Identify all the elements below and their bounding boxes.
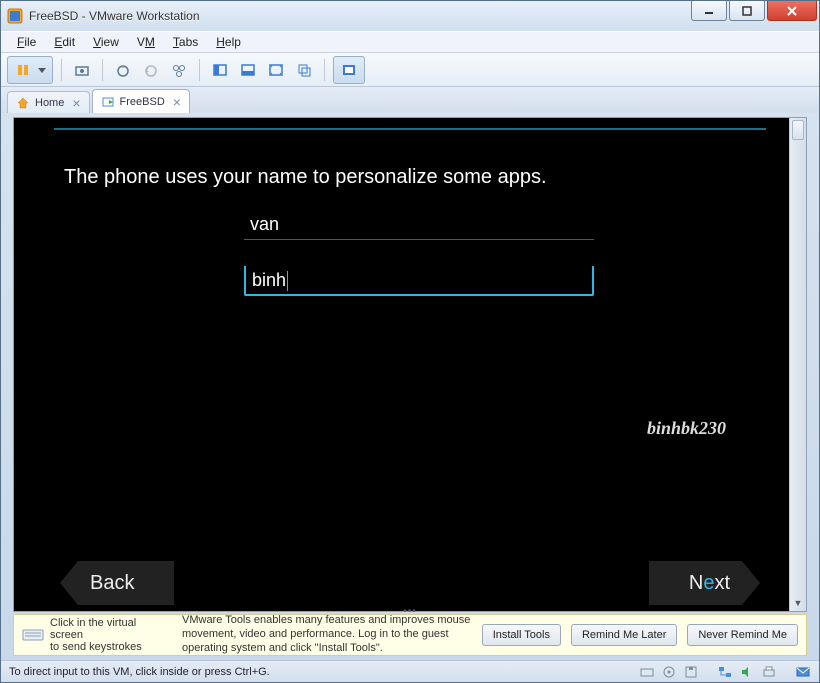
hint-text: Click in the virtual screen bbox=[50, 617, 172, 641]
titlebar: FreeBSD - VMware Workstation bbox=[1, 1, 819, 31]
status-text: To direct input to this VM, click inside… bbox=[9, 666, 270, 678]
sound-icon[interactable] bbox=[739, 664, 755, 680]
header-underline bbox=[54, 128, 766, 130]
tab-close-icon[interactable]: × bbox=[173, 97, 181, 107]
hdd-icon[interactable] bbox=[639, 664, 655, 680]
setup-prompt: The phone uses your name to personalize … bbox=[64, 166, 547, 189]
maximize-button[interactable] bbox=[729, 1, 765, 21]
app-icon bbox=[7, 8, 23, 24]
menu-view[interactable]: View bbox=[85, 33, 127, 51]
show-console-button[interactable] bbox=[208, 58, 232, 82]
tabstrip: Home × FreeBSD × bbox=[1, 87, 819, 113]
toolbar bbox=[1, 53, 819, 87]
back-button[interactable]: Back bbox=[60, 561, 174, 605]
hint-text: to send keystrokes bbox=[50, 641, 172, 653]
message-icon[interactable] bbox=[795, 664, 811, 680]
unity-button[interactable] bbox=[292, 58, 316, 82]
vm-console[interactable]: The phone uses your name to personalize … bbox=[14, 118, 806, 611]
next-button[interactable]: Next bbox=[649, 561, 760, 605]
take-snapshot-button[interactable] bbox=[111, 58, 135, 82]
last-name-input[interactable]: binh bbox=[244, 266, 594, 296]
menu-tabs[interactable]: Tabs bbox=[165, 33, 206, 51]
home-icon bbox=[16, 96, 30, 110]
floppy-icon[interactable] bbox=[683, 664, 699, 680]
tab-home[interactable]: Home × bbox=[7, 91, 90, 113]
tools-message: VMware Tools enables many features and i… bbox=[182, 614, 472, 655]
minimize-button[interactable] bbox=[691, 1, 727, 21]
pause-button[interactable] bbox=[11, 58, 35, 82]
stretch-mode-button[interactable] bbox=[337, 58, 361, 82]
power-dropdown[interactable] bbox=[35, 58, 49, 82]
statusbar: To direct input to this VM, click inside… bbox=[1, 660, 819, 682]
thumbnail-button[interactable] bbox=[236, 58, 260, 82]
first-name-input[interactable]: van bbox=[244, 210, 594, 240]
never-remind-button[interactable]: Never Remind Me bbox=[687, 624, 798, 646]
revert-snapshot-button[interactable] bbox=[139, 58, 163, 82]
tab-label: FreeBSD bbox=[120, 96, 165, 108]
tab-freebsd[interactable]: FreeBSD × bbox=[92, 89, 190, 113]
menu-vm[interactable]: VM bbox=[129, 33, 163, 51]
close-button[interactable] bbox=[767, 1, 817, 21]
vm-scrollbar[interactable]: ▲ ▼ bbox=[789, 118, 806, 611]
network-icon[interactable] bbox=[717, 664, 733, 680]
snapshot-button[interactable] bbox=[70, 58, 94, 82]
menu-file[interactable]: File bbox=[9, 33, 44, 51]
window-title: FreeBSD - VMware Workstation bbox=[29, 9, 200, 23]
scroll-thumb[interactable] bbox=[792, 120, 804, 140]
remind-later-button[interactable]: Remind Me Later bbox=[571, 624, 677, 646]
manage-snapshots-button[interactable] bbox=[167, 58, 191, 82]
notification-bar: Click in the virtual screen to send keys… bbox=[13, 614, 807, 656]
install-tools-button[interactable]: Install Tools bbox=[482, 624, 561, 646]
menubar: File Edit View VM Tabs Help bbox=[1, 31, 819, 53]
tab-close-icon[interactable]: × bbox=[72, 98, 80, 108]
status-icons bbox=[639, 664, 811, 680]
cd-icon[interactable] bbox=[661, 664, 677, 680]
printer-icon[interactable] bbox=[761, 664, 777, 680]
app-window: FreeBSD - VMware Workstation File Edit V… bbox=[0, 0, 820, 683]
keyboard-icon bbox=[22, 626, 44, 645]
vm-icon bbox=[101, 95, 115, 109]
vm-console-frame: The phone uses your name to personalize … bbox=[13, 117, 807, 612]
menu-help[interactable]: Help bbox=[208, 33, 249, 51]
fullscreen-button[interactable] bbox=[264, 58, 288, 82]
watermark-text: binhbk230 bbox=[647, 418, 726, 439]
tab-label: Home bbox=[35, 97, 64, 109]
menu-edit[interactable]: Edit bbox=[46, 33, 83, 51]
